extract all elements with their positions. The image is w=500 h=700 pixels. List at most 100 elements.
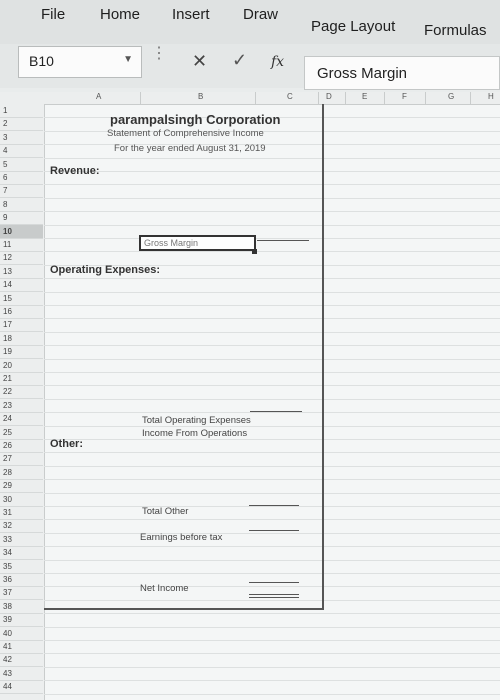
grid-line bbox=[44, 680, 500, 682]
chevron-down-icon[interactable]: ▼ bbox=[123, 54, 133, 65]
tab-home[interactable]: Home bbox=[100, 6, 140, 23]
row-header[interactable]: 42 bbox=[0, 653, 43, 668]
row-header[interactable]: 35 bbox=[0, 560, 43, 574]
row-header[interactable]: 9 bbox=[0, 211, 43, 226]
row-header[interactable]: 17 bbox=[0, 318, 43, 333]
grid-line bbox=[44, 653, 500, 655]
formula-input-value: Gross Margin bbox=[317, 65, 408, 82]
revenue-label: Revenue: bbox=[50, 165, 100, 177]
column-divider bbox=[345, 92, 346, 104]
column-header-g[interactable]: G bbox=[448, 92, 454, 101]
row-header[interactable]: 23 bbox=[0, 399, 43, 413]
tab-formulas[interactable]: Formulas bbox=[424, 22, 487, 39]
row-header[interactable]: 21 bbox=[0, 372, 43, 386]
row-header[interactable]: 7 bbox=[0, 184, 43, 199]
grid-line bbox=[44, 613, 500, 615]
name-box-value: B10 bbox=[29, 53, 54, 69]
underline bbox=[250, 411, 302, 412]
row-header[interactable]: 27 bbox=[0, 452, 43, 467]
grid-line bbox=[44, 626, 500, 628]
row-header[interactable]: 34 bbox=[0, 546, 43, 561]
double-underline bbox=[249, 594, 299, 595]
fill-handle[interactable] bbox=[252, 249, 257, 254]
underline bbox=[249, 505, 299, 506]
column-divider bbox=[470, 92, 471, 104]
row-header[interactable]: 10 bbox=[0, 224, 43, 239]
row-header[interactable]: 8 bbox=[0, 198, 43, 212]
report-subtitle: Statement of Comprehensive Income bbox=[107, 128, 264, 139]
earnings-before-tax-label: Earnings before tax bbox=[140, 532, 223, 543]
row-header[interactable]: 12 bbox=[0, 251, 43, 266]
selected-cell-b10[interactable]: Gross Margin bbox=[139, 235, 256, 251]
tab-insert[interactable]: Insert bbox=[172, 6, 210, 23]
row-header[interactable]: 13 bbox=[0, 265, 43, 279]
row-header[interactable]: 41 bbox=[0, 640, 43, 654]
other-label: Other: bbox=[50, 438, 83, 450]
tab-file[interactable]: File bbox=[41, 6, 65, 23]
row-header[interactable]: 44 bbox=[0, 680, 43, 695]
tab-page-layout[interactable]: Page Layout bbox=[311, 18, 395, 35]
column-header-h[interactable]: H bbox=[488, 92, 494, 101]
row-header[interactable]: 40 bbox=[0, 627, 43, 641]
row-header[interactable]: 22 bbox=[0, 385, 43, 400]
underline bbox=[257, 240, 309, 241]
column-divider bbox=[425, 92, 426, 104]
row-header[interactable]: 18 bbox=[0, 332, 43, 346]
row-header[interactable]: 31 bbox=[0, 506, 43, 520]
row-header[interactable]: 1 bbox=[0, 104, 43, 118]
total-other-label: Total Other bbox=[142, 506, 189, 517]
column-divider bbox=[384, 92, 385, 104]
column-header-a[interactable]: A bbox=[96, 92, 101, 101]
row-header[interactable]: 37 bbox=[0, 586, 43, 601]
column-header-d[interactable]: D bbox=[326, 92, 332, 101]
row-header[interactable]: 14 bbox=[0, 278, 43, 293]
tab-draw[interactable]: Draw bbox=[243, 6, 278, 23]
ribbon-tabs: File Home Insert Draw Page Layout Formul… bbox=[0, 0, 500, 45]
row-header[interactable]: 3 bbox=[0, 131, 43, 145]
row-header[interactable]: 2 bbox=[0, 117, 43, 132]
column-header-e[interactable]: E bbox=[362, 92, 367, 101]
more-options-icon[interactable]: ⋮ bbox=[151, 46, 167, 62]
cancel-icon[interactable]: ✕ bbox=[192, 51, 207, 72]
function-icon[interactable]: fx bbox=[271, 54, 284, 70]
row-header[interactable]: 36 bbox=[0, 573, 43, 587]
row-header[interactable]: 5 bbox=[0, 158, 43, 172]
row-header[interactable]: 39 bbox=[0, 613, 43, 628]
row-header[interactable]: 25 bbox=[0, 426, 43, 440]
total-operating-expenses-label: Total Operating Expenses bbox=[142, 415, 251, 426]
row-header[interactable]: 30 bbox=[0, 493, 43, 507]
row-header[interactable]: 38 bbox=[0, 600, 43, 614]
column-header-f[interactable]: F bbox=[402, 92, 407, 101]
row-header[interactable]: 43 bbox=[0, 667, 43, 681]
gross-margin-label: Gross Margin bbox=[144, 238, 199, 248]
grid-line bbox=[44, 666, 500, 668]
column-divider bbox=[255, 92, 256, 104]
column-header-c[interactable]: C bbox=[287, 92, 293, 101]
company-name: parampalsingh Corporation bbox=[110, 112, 281, 127]
row-header[interactable]: 28 bbox=[0, 466, 43, 480]
formula-input[interactable]: Gross Margin bbox=[304, 56, 500, 90]
name-box[interactable]: B10 ▼ bbox=[18, 46, 142, 78]
row-header[interactable]: 4 bbox=[0, 144, 43, 159]
double-underline bbox=[249, 597, 299, 598]
row-header[interactable]: 19 bbox=[0, 345, 43, 360]
checkmark-icon[interactable]: ✓ bbox=[232, 50, 247, 71]
row-header[interactable]: 26 bbox=[0, 439, 43, 453]
row-header[interactable]: 24 bbox=[0, 412, 43, 427]
operating-expenses-label: Operating Expenses: bbox=[50, 264, 161, 276]
row-header[interactable]: 29 bbox=[0, 479, 43, 494]
underline bbox=[249, 582, 299, 583]
row-header[interactable]: 20 bbox=[0, 359, 43, 373]
row-header[interactable]: 16 bbox=[0, 305, 43, 319]
row-header[interactable]: 33 bbox=[0, 533, 43, 547]
row-header-bar: 1 2 3 4 5 6 7 8 9 10 11 12 13 14 15 16 17 18 19 20 21 22 23 24 2… bbox=[0, 104, 45, 700]
row-header[interactable]: 11 bbox=[0, 238, 43, 252]
column-divider bbox=[140, 92, 141, 104]
row-header[interactable]: 32 bbox=[0, 519, 43, 534]
underline bbox=[249, 530, 299, 531]
row-header[interactable]: 15 bbox=[0, 292, 43, 306]
income-from-operations-label: Income From Operations bbox=[142, 428, 248, 439]
grid-line bbox=[44, 693, 500, 695]
column-header-b[interactable]: B bbox=[198, 92, 203, 101]
row-header[interactable]: 6 bbox=[0, 171, 43, 185]
